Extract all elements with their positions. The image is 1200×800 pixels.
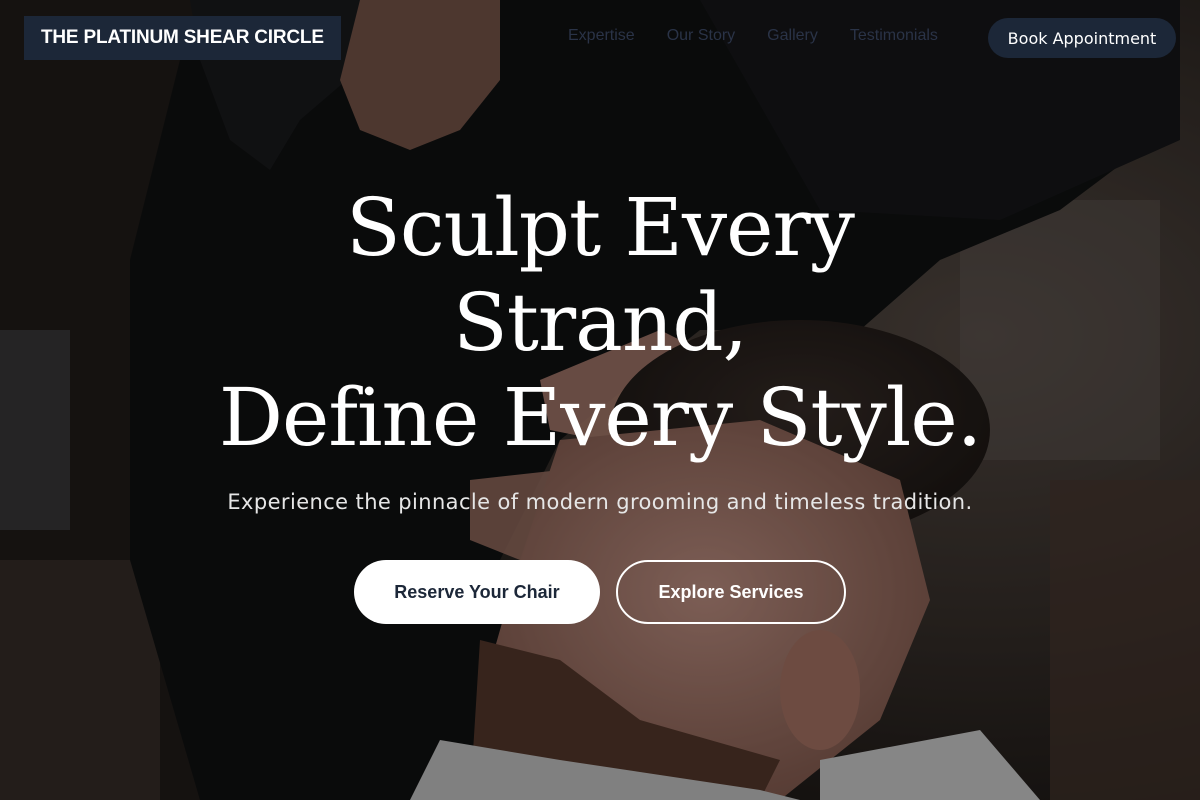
nav-link-our-story[interactable]: Our Story — [667, 27, 735, 45]
explore-services-button[interactable]: Explore Services — [616, 560, 846, 624]
nav-links: Expertise Our Story Gallery Testimonials — [568, 27, 938, 45]
brand-logo[interactable]: THE PLATINUM SHEAR CIRCLE — [24, 16, 341, 60]
hero-headline: Sculpt Every Strand, Define Every Style. — [0, 180, 1200, 465]
hero-section: THE PLATINUM SHEAR CIRCLE Expertise Our … — [0, 0, 1200, 800]
brand-name: THE PLATINUM SHEAR CIRCLE — [41, 27, 324, 48]
nav-link-expertise[interactable]: Expertise — [568, 27, 635, 45]
nav-link-testimonials[interactable]: Testimonials — [850, 27, 938, 45]
hero-subtitle: Experience the pinnacle of modern groomi… — [227, 490, 973, 514]
headline-line-2: Strand, — [452, 276, 748, 369]
top-navbar: THE PLATINUM SHEAR CIRCLE Expertise Our … — [0, 0, 1200, 80]
headline-line-3: Define Every Style. — [218, 371, 982, 464]
headline-line-1: Sculpt Every — [346, 181, 855, 274]
reserve-chair-button[interactable]: Reserve Your Chair — [354, 560, 600, 624]
nav-link-gallery[interactable]: Gallery — [767, 27, 818, 45]
book-appointment-button[interactable]: Book Appointment — [988, 18, 1176, 58]
